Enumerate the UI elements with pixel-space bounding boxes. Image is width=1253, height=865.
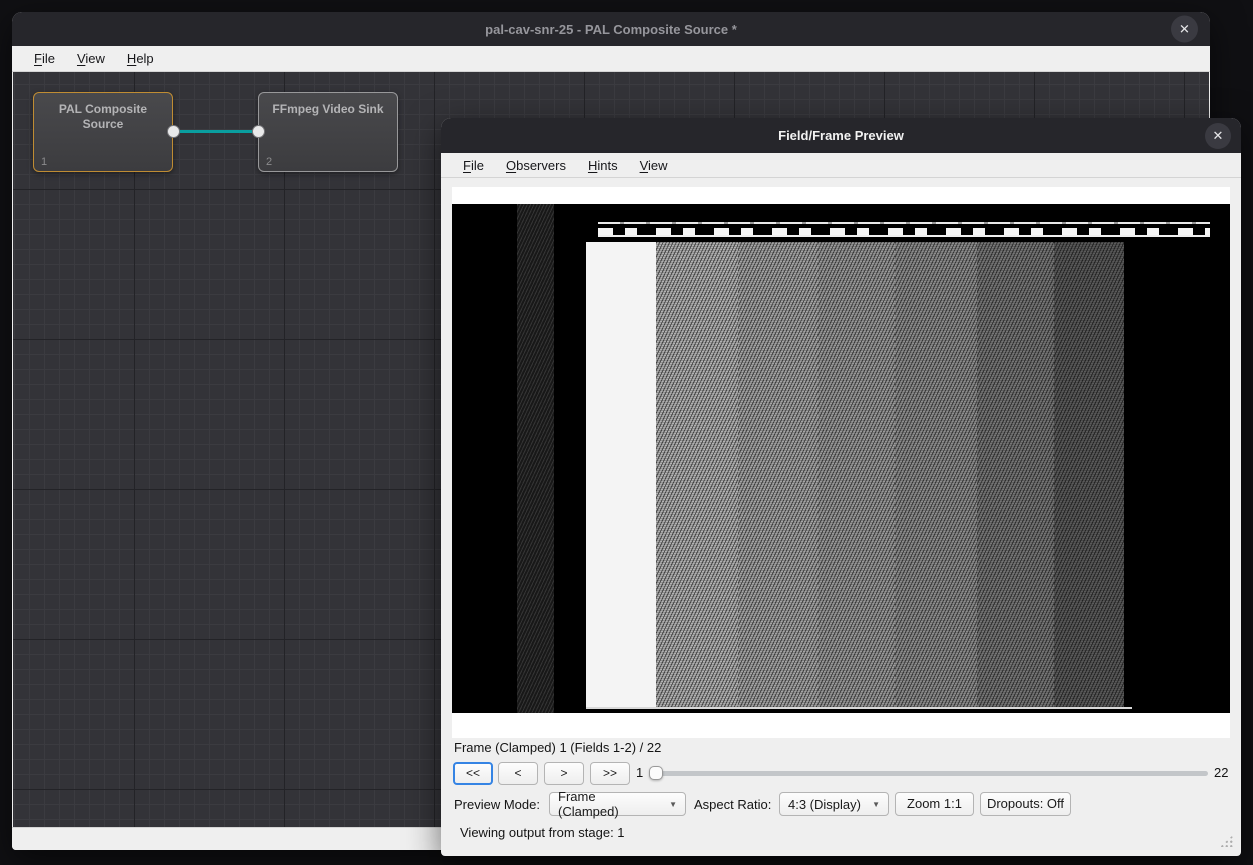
main-titlebar[interactable]: pal-cav-snr-25 - PAL Composite Source * …	[12, 12, 1210, 46]
close-icon: ✕	[1213, 128, 1224, 144]
menu-observers[interactable]: Observers	[496, 154, 576, 177]
node-label: PAL Composite Source	[34, 93, 172, 132]
next-frame-button[interactable]: >	[544, 762, 584, 785]
preview-mode-dropdown[interactable]: Frame (Clamped) ▼	[549, 792, 686, 816]
previous-frame-button[interactable]: <	[498, 762, 538, 785]
output-port[interactable]	[167, 125, 180, 138]
vbi-serration-pattern	[598, 228, 1210, 237]
dialog-title: Field/Frame Preview	[778, 128, 904, 143]
frame-slider[interactable]	[650, 771, 1208, 776]
pattern-bar	[656, 242, 738, 707]
preview-mode-value: Frame (Clamped)	[558, 789, 659, 819]
menu-view[interactable]: View	[67, 47, 115, 70]
node-number: 1	[41, 156, 47, 168]
pattern-bar	[586, 242, 656, 707]
node-number: 2	[266, 156, 272, 168]
pattern-bar	[977, 242, 1054, 707]
dialog-titlebar[interactable]: Field/Frame Preview ✕	[441, 118, 1241, 153]
slider-max-value: 22	[1214, 765, 1228, 780]
main-window-title: pal-cav-snr-25 - PAL Composite Source *	[485, 22, 737, 37]
preview-panel	[452, 187, 1230, 738]
pattern-bar	[738, 242, 818, 707]
menu-hints[interactable]: Hints	[578, 154, 628, 177]
aspect-ratio-label: Aspect Ratio:	[694, 797, 771, 812]
pattern-bar	[517, 204, 554, 713]
chevron-down-icon: ▼	[669, 800, 677, 809]
pattern-bar	[1054, 242, 1124, 707]
dialog-status-text: Viewing output from stage: 1	[460, 825, 625, 840]
close-icon: ✕	[1179, 21, 1190, 37]
preview-image	[452, 204, 1230, 713]
menu-view[interactable]: View	[630, 154, 678, 177]
main-close-button[interactable]: ✕	[1171, 16, 1198, 43]
preview-mode-label: Preview Mode:	[454, 797, 540, 812]
node-pal-composite-source[interactable]: PAL Composite Source 1	[33, 92, 173, 172]
dropouts-toggle-button[interactable]: Dropouts: Off	[980, 792, 1071, 816]
aspect-ratio-dropdown[interactable]: 4:3 (Display) ▼	[779, 792, 889, 816]
pattern-bar	[818, 242, 895, 707]
menu-help[interactable]: Help	[117, 47, 164, 70]
chevron-down-icon: ▼	[872, 800, 880, 809]
node-ffmpeg-video-sink[interactable]: FFmpeg Video Sink 2	[258, 92, 398, 172]
first-frame-button[interactable]: <<	[453, 762, 493, 785]
menu-file[interactable]: File	[453, 154, 494, 177]
last-frame-button[interactable]: >>	[590, 762, 630, 785]
preview-dialog: Field/Frame Preview ✕ File Observers Hin…	[441, 118, 1241, 856]
pattern-bar	[895, 242, 977, 707]
pattern-baseline	[586, 707, 1132, 709]
node-connection-wire[interactable]	[173, 130, 258, 133]
resize-grip[interactable]	[1220, 835, 1233, 847]
slider-current-value: 1	[636, 765, 643, 780]
menu-file[interactable]: File	[24, 47, 65, 70]
controls-row: Preview Mode: Frame (Clamped) ▼ Aspect R…	[441, 792, 1241, 818]
dialog-close-button[interactable]: ✕	[1205, 123, 1231, 149]
input-port[interactable]	[252, 125, 265, 138]
vbi-signal-line	[598, 222, 1210, 224]
frame-info-label: Frame (Clamped) 1 (Fields 1-2) / 22	[454, 740, 661, 755]
transport-row: << < > >> 1 22	[441, 762, 1241, 786]
main-menubar: File View Help	[12, 46, 1210, 72]
node-label: FFmpeg Video Sink	[259, 93, 397, 117]
zoom-1-1-button[interactable]: Zoom 1:1	[895, 792, 974, 816]
dialog-menubar: File Observers Hints View	[441, 153, 1241, 178]
frame-slider-handle[interactable]	[649, 766, 663, 780]
aspect-ratio-value: 4:3 (Display)	[788, 797, 861, 812]
